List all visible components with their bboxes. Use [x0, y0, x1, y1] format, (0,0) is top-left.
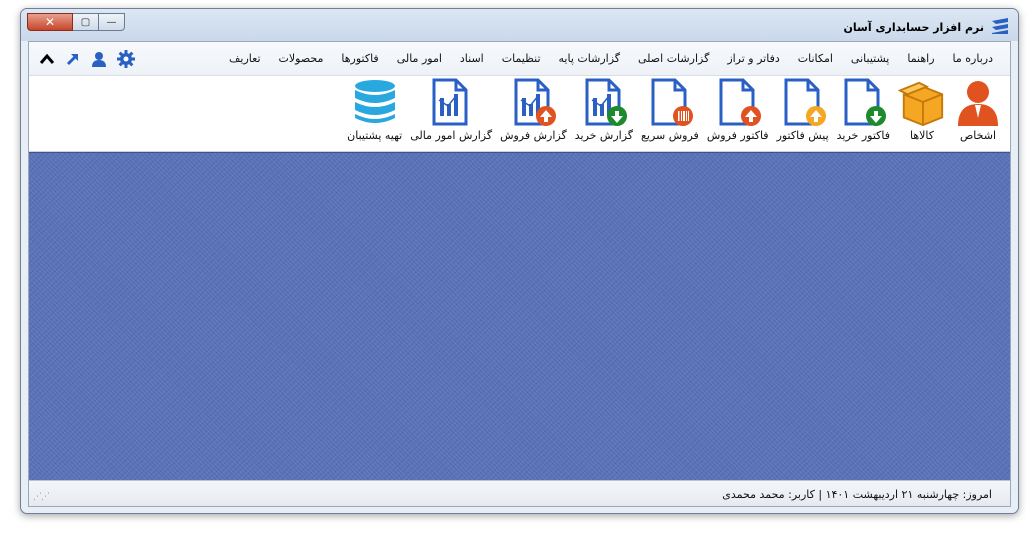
toolbar-button-make-backup[interactable]: تهیه پشتیبان: [343, 76, 406, 152]
toolbar-button-label: کالاها: [909, 129, 934, 142]
toolbar-button-persons[interactable]: اشخاص: [950, 76, 1006, 152]
status-text: امروز: چهارشنبه ۲۱ اردیبهشت ۱۴۰۱ | کاربر…: [722, 488, 992, 501]
database-icon: [351, 78, 399, 126]
title-bar[interactable]: ✕ ▢ — نرم افزار حسابداری آسان: [21, 9, 1018, 41]
person-icon: [954, 78, 1002, 126]
toolbar: اشخاص کالاها فاکتور خرید پیش فاکتور فاکتور ف…: [29, 76, 1010, 152]
menu-items: تعاریف محصولات فاکتورها امور مالی اسناد تنظیم…: [220, 52, 1002, 65]
toolbar-button-label: گزارش خرید: [574, 129, 634, 142]
client-area: تعاریف محصولات فاکتورها امور مالی اسناد تنظیم…: [28, 41, 1011, 507]
app-logo-icon: [990, 17, 1010, 35]
menu-bar: تعاریف محصولات فاکتورها امور مالی اسناد تنظیم…: [29, 42, 1010, 76]
window-title: نرم افزار حسابداری آسان: [843, 21, 984, 34]
menu-item-backup[interactable]: پشتیبانی: [842, 52, 898, 65]
minimize-button[interactable]: —: [99, 13, 125, 31]
menu-item-facilities[interactable]: امکانات: [789, 52, 842, 65]
workspace-background: [29, 152, 1010, 482]
doc-up-orange-icon: [779, 78, 827, 126]
menu-item-ledgers[interactable]: دفاتر و تراز: [718, 52, 788, 65]
close-button[interactable]: ✕: [27, 13, 73, 31]
chevron-up-icon[interactable]: [39, 52, 55, 66]
chart-icon: [427, 78, 475, 126]
menu-item-finance[interactable]: امور مالی: [388, 52, 451, 65]
toolbar-button-finance-report[interactable]: گزارش امور مالی: [406, 76, 496, 152]
toolbar-button-label: فروش سریع: [641, 129, 699, 142]
menu-item-documents[interactable]: اسناد: [451, 52, 493, 65]
menu-item-help[interactable]: راهنما: [898, 52, 943, 65]
doc-down-icon: [839, 78, 887, 126]
gear-icon[interactable]: [117, 50, 135, 68]
menu-item-products[interactable]: محصولات: [270, 52, 333, 65]
toolbar-button-label: تهیه پشتیبان: [347, 129, 403, 142]
menu-item-main-reports[interactable]: گزارشات اصلی: [629, 52, 718, 65]
menu-item-invoices[interactable]: فاکتورها: [332, 52, 387, 65]
box-icon: [898, 78, 946, 126]
status-bar: ⋰⋰ امروز: چهارشنبه ۲۱ اردیبهشت ۱۴۰۱ | کا…: [29, 480, 1010, 506]
chart-down-icon: [580, 78, 628, 126]
arrow-up-right-icon[interactable]: [65, 51, 81, 67]
toolbar-button-goods[interactable]: کالاها: [894, 76, 950, 152]
menu-item-base-reports[interactable]: گزارشات پایه: [550, 52, 629, 65]
doc-up-red-icon: [714, 78, 762, 126]
user-icon[interactable]: [91, 51, 107, 67]
toolbar-buttons: اشخاص کالاها فاکتور خرید پیش فاکتور فاکتور ف…: [343, 76, 1006, 152]
quick-actions: [39, 50, 135, 68]
doc-barcode-icon: [646, 78, 694, 126]
toolbar-button-label: اشخاص: [959, 129, 997, 142]
window-controls: ✕ ▢ —: [27, 13, 125, 31]
toolbar-button-label: گزارش فروش: [500, 129, 567, 142]
toolbar-button-label: گزارش امور مالی: [410, 129, 493, 142]
menu-item-about[interactable]: درباره ما: [944, 52, 1002, 65]
toolbar-button-quick-sale[interactable]: فروش سریع: [637, 76, 703, 152]
toolbar-button-purchase-invoice[interactable]: فاکتور خرید: [833, 76, 894, 152]
toolbar-button-label: فاکتور فروش: [706, 129, 769, 142]
chart-up-icon: [509, 78, 557, 126]
toolbar-button-purchase-report[interactable]: گزارش خرید: [571, 76, 637, 152]
app-window: ✕ ▢ — نرم افزار حسابداری آسان تعاریف محصو…: [20, 8, 1019, 514]
toolbar-button-sales-report[interactable]: گزارش فروش: [496, 76, 571, 152]
maximize-button[interactable]: ▢: [73, 13, 99, 31]
toolbar-button-label: پیش فاکتور: [776, 129, 829, 142]
menu-item-settings[interactable]: تنظیمات: [493, 52, 550, 65]
toolbar-button-label: فاکتور خرید: [836, 129, 890, 142]
toolbar-button-pre-invoice[interactable]: پیش فاکتور: [773, 76, 833, 152]
resize-grip-icon[interactable]: ⋰⋰: [33, 492, 50, 502]
toolbar-button-sales-invoice[interactable]: فاکتور فروش: [703, 76, 773, 152]
menu-item-tarifa[interactable]: تعاریف: [220, 52, 269, 65]
